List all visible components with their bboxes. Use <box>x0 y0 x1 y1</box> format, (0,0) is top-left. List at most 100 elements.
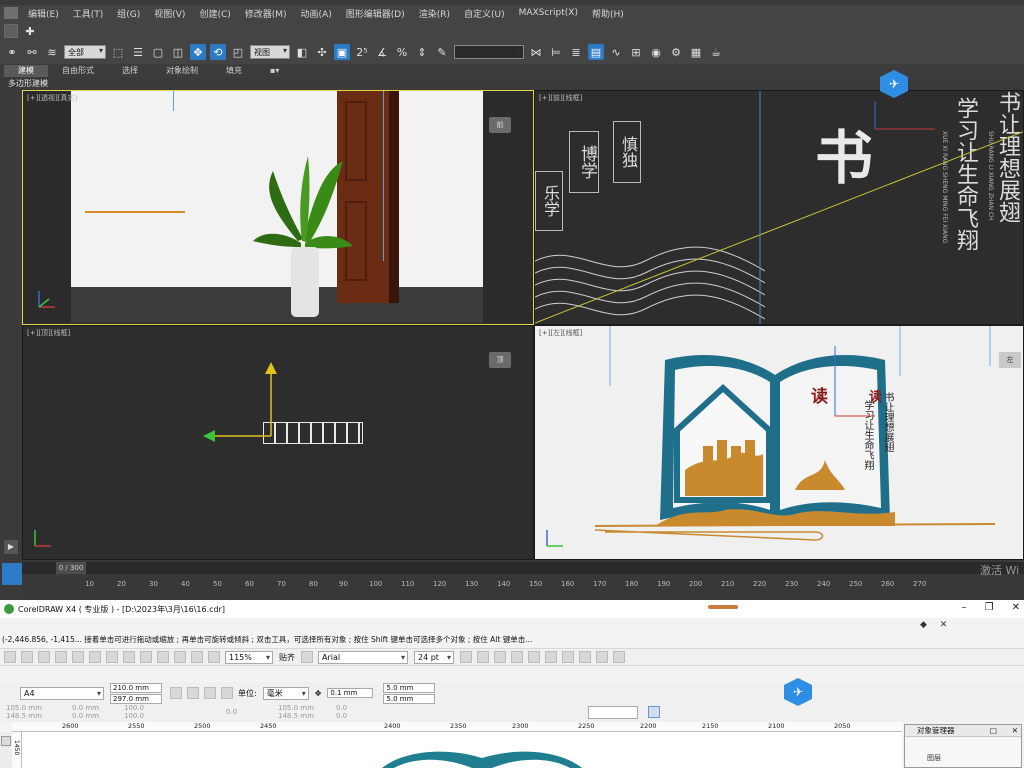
viewport-perspective[interactable]: [+][透视][真实] 前 <box>22 90 534 325</box>
page-width-input[interactable]: 210.0 mm <box>110 682 162 693</box>
viewport-left[interactable]: [+][左][线框] 左 读 读 书让理想展翅 学习让生命飞翔 <box>534 325 1024 560</box>
selection-filter-dropdown[interactable]: 全部 <box>64 45 106 59</box>
mirror-icon[interactable]: ⋈ <box>528 44 544 60</box>
snap-toggle-icon[interactable]: 2⁵ <box>354 44 370 60</box>
minimize-icon[interactable]: – <box>962 602 967 613</box>
max-app-icon[interactable] <box>4 7 18 19</box>
paste-icon[interactable] <box>106 651 118 663</box>
menu-maxscript[interactable]: MAXScript(X) <box>519 8 578 18</box>
zoom-level-dropdown[interactable]: 115% <box>225 650 273 664</box>
welcome-screen-icon[interactable] <box>208 651 220 663</box>
menu-animation[interactable]: 动画(A) <box>301 7 332 20</box>
expand-arrow-icon[interactable]: ▶ <box>4 540 18 554</box>
menu-group[interactable]: 组(G) <box>117 7 140 20</box>
snap-to-button[interactable]: 贴齐 <box>279 652 295 663</box>
vertical-ruler[interactable]: 1450 <box>12 732 22 768</box>
viewport-layout-icon[interactable] <box>2 563 22 585</box>
corel-drawing-canvas[interactable] <box>22 732 902 768</box>
align-text-icon[interactable] <box>511 651 523 663</box>
menu-modifiers[interactable]: 修改器(M) <box>245 7 287 20</box>
rect-selection-icon[interactable]: ▢ <box>150 44 166 60</box>
import-icon[interactable] <box>157 651 169 663</box>
horizontal-ruler[interactable]: 2600 2550 2500 2450 2400 2350 2300 2250 … <box>12 722 902 732</box>
char-format-icon[interactable] <box>562 651 574 663</box>
viewport-label-top[interactable]: [+][顶][线框] <box>27 328 70 338</box>
options-icon[interactable] <box>301 651 313 663</box>
vertical-text-icon[interactable] <box>613 651 625 663</box>
restore-icon[interactable]: ❐ <box>985 602 994 613</box>
menu-customize[interactable]: 自定义(U) <box>464 7 505 20</box>
doc-close-icon[interactable]: ✕ <box>940 620 948 630</box>
viewcube-top[interactable]: 顶 <box>489 352 511 368</box>
close-icon[interactable]: ✕ <box>1012 602 1020 613</box>
font-list-dropdown[interactable]: Arial <box>318 650 408 664</box>
viewport-label-perspective[interactable]: [+][透视][真实] <box>27 93 77 103</box>
new-document-icon[interactable] <box>4 651 16 663</box>
copy-icon[interactable] <box>89 651 101 663</box>
layer-manager-icon[interactable]: ≣ <box>568 44 584 60</box>
ribbon-tab-modeling[interactable]: 建模 <box>4 65 48 77</box>
spinner-snap-icon[interactable]: ⇕ <box>414 44 430 60</box>
redo-icon[interactable] <box>140 651 152 663</box>
menu-graph-editors[interactable]: 图形编辑器(D) <box>346 7 405 20</box>
pivot-center-icon[interactable]: ◧ <box>294 44 310 60</box>
viewport-top[interactable]: [+][顶][线框] 顶 <box>22 325 534 560</box>
schematic-view-icon[interactable]: ⊞ <box>628 44 644 60</box>
page-height-input[interactable]: 297.0 mm <box>110 693 162 704</box>
plus-icon[interactable]: ✚ <box>22 23 38 39</box>
nudge-distance-input[interactable]: 0.1 mm <box>327 688 374 698</box>
menu-views[interactable]: 视图(V) <box>154 7 185 20</box>
export-icon[interactable] <box>174 651 186 663</box>
italic-icon[interactable] <box>477 651 489 663</box>
save-icon[interactable] <box>38 651 50 663</box>
panel-close-icon[interactable]: ✕ <box>1012 725 1018 737</box>
underline-icon[interactable] <box>494 651 506 663</box>
angle-snap-icon[interactable]: ∡ <box>374 44 390 60</box>
ribbon-tab-selection[interactable]: 选择 <box>108 65 152 77</box>
named-selection-set-dropdown[interactable] <box>454 45 524 59</box>
menu-edit[interactable]: 编辑(E) <box>28 7 59 20</box>
time-slider-track[interactable] <box>22 562 1024 574</box>
ribbon-options-icon[interactable]: ▪▾ <box>256 65 293 77</box>
all-pages-icon[interactable] <box>204 687 216 699</box>
units-dropdown[interactable]: 毫米 <box>262 686 309 700</box>
bullet-icon[interactable] <box>528 651 540 663</box>
bold-icon[interactable] <box>460 651 472 663</box>
landscape-icon[interactable] <box>187 687 199 699</box>
viewcube[interactable]: 前 <box>489 117 511 133</box>
doc-pin-icon[interactable]: ◆ <box>920 620 927 630</box>
curve-editor-icon[interactable]: ∿ <box>608 44 624 60</box>
track-bar[interactable]: 10 20 30 40 50 60 70 80 90 100 110 120 1… <box>22 576 1024 598</box>
select-rotate-icon[interactable]: ⟲ <box>210 44 226 60</box>
select-move-icon[interactable]: ✥ <box>190 44 206 60</box>
portrait-icon[interactable] <box>170 687 182 699</box>
menu-tools[interactable]: 工具(T) <box>73 7 104 20</box>
render-production-icon[interactable]: ☕ <box>708 44 724 60</box>
menu-rendering[interactable]: 渲染(R) <box>419 7 450 20</box>
viewport-front[interactable]: [+][前][线框] 博学 乐学 慎独 书 学习让生命飞翔 书让理想展翅 XUE… <box>534 90 1024 325</box>
percent-snap-icon[interactable]: % <box>394 44 410 60</box>
cut-icon[interactable] <box>72 651 84 663</box>
time-slider-thumb[interactable]: 0 / 300 <box>56 562 86 574</box>
menu-help[interactable]: 帮助(H) <box>592 7 624 20</box>
menu-create[interactable]: 创建(C) <box>199 7 230 20</box>
window-crossing-icon[interactable]: ◫ <box>170 44 186 60</box>
select-scale-icon[interactable]: ◰ <box>230 44 246 60</box>
duplicate-x-input[interactable]: 5.0 mm <box>383 682 436 693</box>
undo-icon[interactable] <box>123 651 135 663</box>
manipulate-icon[interactable]: ✣ <box>314 44 330 60</box>
outline-width-dropdown[interactable] <box>588 706 638 719</box>
open-icon[interactable] <box>21 651 33 663</box>
bind-spacewarp-icon[interactable]: ≋ <box>44 44 60 60</box>
reference-coord-dropdown[interactable]: 视图 <box>250 45 290 59</box>
print-icon[interactable] <box>55 651 67 663</box>
font-size-dropdown[interactable]: 24 pt <box>414 650 454 664</box>
select-object-icon[interactable]: ⬚ <box>110 44 126 60</box>
paper-size-dropdown[interactable]: A4 <box>20 686 104 700</box>
ribbon-tab-populate[interactable]: 填充 <box>212 65 256 77</box>
material-editor-icon[interactable]: ◉ <box>648 44 664 60</box>
render-setup-icon[interactable]: ⚙ <box>668 44 684 60</box>
ribbon-tab-object-paint[interactable]: 对象绘制 <box>152 65 212 77</box>
ribbon-tab-freeform[interactable]: 自由形式 <box>48 65 108 77</box>
scene-explorer-icon[interactable]: ▤ <box>588 44 604 60</box>
